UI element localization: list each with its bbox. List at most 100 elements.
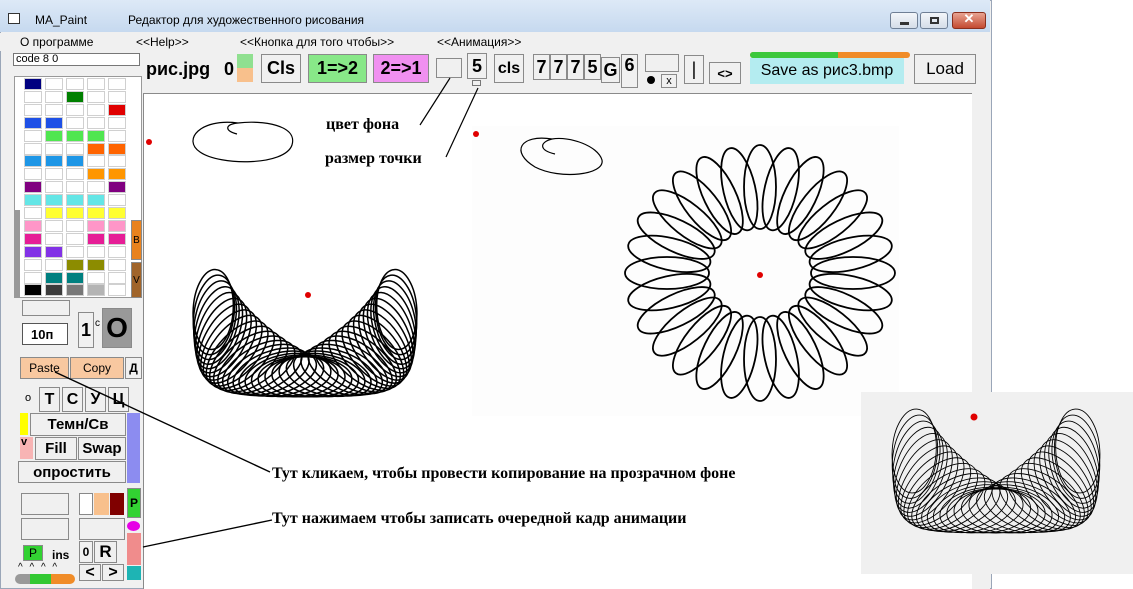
paste-button[interactable]: Paste <box>20 357 69 379</box>
palette-cell[interactable] <box>87 90 105 103</box>
bar-button[interactable]: | <box>684 55 704 84</box>
save-as-button[interactable]: Save as рис3.bmp <box>750 58 904 84</box>
color-swatch-green[interactable] <box>237 54 253 68</box>
one-button[interactable]: 1 <box>78 312 94 348</box>
palette-cell[interactable] <box>45 181 63 194</box>
palette-cell[interactable] <box>66 258 84 271</box>
palette-cell[interactable] <box>24 258 42 271</box>
palette-cell[interactable] <box>108 155 126 168</box>
palette-cell[interactable] <box>24 129 42 142</box>
prev-frame-button[interactable]: < <box>79 564 101 581</box>
d-button[interactable]: Д <box>125 357 142 379</box>
blank-button-top[interactable] <box>22 300 70 316</box>
palette-cell[interactable] <box>45 284 63 297</box>
dark-light-button[interactable]: Темн/Св <box>30 413 126 436</box>
menu-about[interactable]: О программе <box>20 35 93 49</box>
ts-button[interactable]: Ц <box>108 387 129 412</box>
palette-cell[interactable] <box>66 129 84 142</box>
palette-cell[interactable] <box>66 155 84 168</box>
digit-button-3[interactable]: 7 <box>567 54 584 80</box>
palette-cell[interactable] <box>66 245 84 258</box>
palette-cell[interactable] <box>87 181 105 194</box>
simplify-button[interactable]: опростить <box>18 461 126 483</box>
palette-cell[interactable] <box>24 90 42 103</box>
palette-cell[interactable] <box>66 271 84 284</box>
palette-cell[interactable] <box>108 168 126 181</box>
palette-cell[interactable] <box>108 142 126 155</box>
color-indicator-maroon[interactable] <box>110 493 124 515</box>
palette-cell[interactable] <box>45 232 63 245</box>
palette-cell[interactable] <box>45 194 63 207</box>
digit-button-4[interactable]: 5 <box>584 54 601 80</box>
palette-cell[interactable] <box>45 168 63 181</box>
fill-button[interactable]: Fill <box>35 437 77 460</box>
palette-cell[interactable] <box>87 78 105 90</box>
palette-cell[interactable] <box>24 271 42 284</box>
palette-cell[interactable] <box>45 271 63 284</box>
palette-cell[interactable] <box>24 219 42 232</box>
palette-cell[interactable] <box>24 155 42 168</box>
next-frame-button[interactable]: > <box>102 564 124 581</box>
color-swatch-orange[interactable] <box>237 68 253 82</box>
palette-cell[interactable] <box>45 129 63 142</box>
palette-cell[interactable] <box>66 232 84 245</box>
digit-button-2[interactable]: 7 <box>550 54 567 80</box>
load-button[interactable]: Load <box>914 54 976 84</box>
palette-cell[interactable] <box>108 116 126 129</box>
blank-field-1[interactable] <box>21 493 69 515</box>
o-button[interactable]: O <box>102 308 132 348</box>
cls-small-button[interactable]: cls <box>494 54 524 83</box>
palette-cell[interactable] <box>108 194 126 207</box>
palette-cell[interactable] <box>66 284 84 297</box>
palette-cell[interactable] <box>24 207 42 219</box>
palette-cell[interactable] <box>108 232 126 245</box>
palette-cell[interactable] <box>45 103 63 116</box>
line-width-button[interactable] <box>645 54 679 72</box>
palette-cell[interactable] <box>66 142 84 155</box>
palette-cell[interactable] <box>87 207 105 219</box>
palette-cell[interactable] <box>66 168 84 181</box>
color-indicator-peach[interactable] <box>94 493 109 515</box>
palette-cell[interactable] <box>87 232 105 245</box>
arrows-button[interactable]: <> <box>709 62 741 84</box>
u-button[interactable]: У <box>85 387 106 412</box>
color-indicator-white[interactable] <box>79 493 93 515</box>
swap-button[interactable]: Swap <box>78 437 126 460</box>
six-button[interactable]: 6 <box>621 54 638 88</box>
palette-cell[interactable] <box>108 129 126 142</box>
palette-cell[interactable] <box>66 78 84 90</box>
cls-button[interactable]: Cls <box>261 54 301 83</box>
close-button[interactable]: ✕ <box>952 11 986 29</box>
palette-cell[interactable] <box>87 103 105 116</box>
palette-cell[interactable] <box>66 181 84 194</box>
palette-cell[interactable] <box>108 90 126 103</box>
palette-cell[interactable] <box>87 219 105 232</box>
menu-help[interactable]: <<Help>> <box>136 35 189 49</box>
palette-cell[interactable] <box>108 181 126 194</box>
minimize-button[interactable] <box>890 12 918 29</box>
palette-cell[interactable] <box>66 219 84 232</box>
code-field[interactable]: code 8 0 <box>13 53 140 66</box>
palette-cell[interactable] <box>24 245 42 258</box>
record-frame-button[interactable] <box>127 533 141 565</box>
palette-cell[interactable] <box>108 258 126 271</box>
maximize-button[interactable] <box>920 12 948 29</box>
palette-cell[interactable] <box>87 142 105 155</box>
palette-scrollbar[interactable] <box>15 210 20 298</box>
palette-cell[interactable] <box>66 90 84 103</box>
palette-cell[interactable] <box>87 245 105 258</box>
palette-cell[interactable] <box>66 194 84 207</box>
palette-cell[interactable] <box>24 168 42 181</box>
palette-cell[interactable] <box>45 219 63 232</box>
palette-cell[interactable] <box>87 155 105 168</box>
copy-1-to-2-button[interactable]: 1=>2 <box>308 54 367 83</box>
palette-cell[interactable] <box>45 258 63 271</box>
background-color-button[interactable] <box>436 58 462 78</box>
palette-cell[interactable] <box>87 129 105 142</box>
palette-cell[interactable] <box>108 219 126 232</box>
menu-animation[interactable]: <<Анимация>> <box>437 35 521 49</box>
palette-cell[interactable] <box>87 116 105 129</box>
palette-cell[interactable] <box>45 142 63 155</box>
palette-cell[interactable] <box>66 207 84 219</box>
blank-field-3[interactable] <box>79 518 125 540</box>
